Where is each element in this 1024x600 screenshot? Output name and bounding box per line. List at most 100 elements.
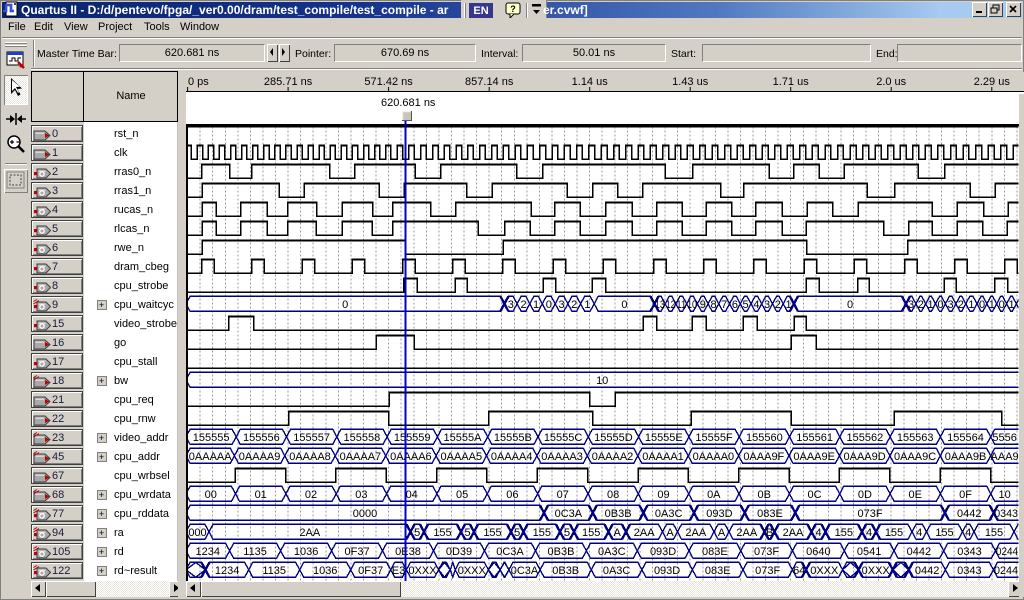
svg-text:1234: 1234: [215, 565, 239, 577]
svg-text:155: 155: [433, 527, 451, 539]
svg-text:0AAA9E: 0AAA9E: [793, 451, 835, 463]
svg-text:1: 1: [785, 299, 791, 311]
svg-text:0AAAAA: 0AAAAA: [189, 451, 232, 463]
svg-text:8: 8: [710, 299, 716, 311]
svg-text:0343: 0343: [957, 565, 981, 577]
svg-text:E3: E3: [392, 565, 405, 577]
svg-text:5: 5: [564, 527, 570, 539]
svg-text:155562: 155562: [847, 432, 884, 444]
svg-text:0C3A: 0C3A: [496, 546, 524, 558]
svg-text:2: 2: [520, 299, 526, 311]
svg-text:0B3B: 0B3B: [552, 565, 579, 577]
svg-text:2AA: 2AA: [783, 527, 804, 539]
svg-text:1036: 1036: [313, 565, 337, 577]
svg-text:0640: 0640: [806, 546, 830, 558]
svg-text:0D39: 0D39: [446, 546, 472, 558]
svg-text:0XXX: 0XXX: [862, 565, 891, 577]
svg-text:0E38: 0E38: [395, 546, 421, 558]
svg-text:3: 3: [908, 299, 914, 311]
svg-text:AAA9: AAA9: [991, 451, 1019, 463]
svg-text:7: 7: [721, 299, 727, 311]
svg-text:0: 0: [847, 299, 853, 311]
svg-text:00: 00: [205, 489, 217, 501]
svg-text:0AAA9F: 0AAA9F: [743, 451, 784, 463]
svg-text:2: 2: [571, 299, 577, 311]
svg-text:155564: 155564: [947, 432, 984, 444]
svg-text:5: 5: [414, 527, 420, 539]
svg-text:3: 3: [508, 299, 514, 311]
svg-text:2AA: 2AA: [299, 527, 320, 539]
svg-text:01: 01: [255, 489, 267, 501]
svg-text:0XXX: 0XXX: [408, 565, 437, 577]
svg-text:0442: 0442: [915, 565, 939, 577]
svg-text:0: 0: [979, 299, 985, 311]
svg-text:155555: 155555: [193, 432, 230, 444]
svg-text:155: 155: [582, 527, 600, 539]
svg-text:A: A: [666, 527, 674, 539]
svg-text:0AAA9D: 0AAA9D: [843, 451, 885, 463]
svg-text:155: 155: [483, 527, 501, 539]
svg-text:0A3C: 0A3C: [655, 508, 683, 520]
svg-text:4: 4: [916, 527, 922, 539]
svg-text:10: 10: [596, 375, 608, 387]
svg-text:09: 09: [657, 489, 669, 501]
svg-text:0F: 0F: [959, 489, 972, 501]
svg-text:093D: 093D: [650, 546, 676, 558]
svg-text:4: 4: [815, 527, 821, 539]
svg-text:2AA: 2AA: [634, 527, 655, 539]
svg-text:0AAA9B: 0AAA9B: [945, 451, 987, 463]
svg-text:155: 155: [985, 527, 1003, 539]
svg-text:0541: 0541: [857, 546, 881, 558]
svg-text:03: 03: [355, 489, 367, 501]
svg-text:A: A: [614, 527, 622, 539]
svg-text:0XXX: 0XXX: [810, 565, 839, 577]
svg-text:5: 5: [514, 527, 520, 539]
svg-text:0A3C: 0A3C: [598, 546, 626, 558]
svg-text:0: 0: [546, 299, 552, 311]
svg-text:155: 155: [533, 527, 551, 539]
svg-text:0A3C: 0A3C: [603, 565, 631, 577]
svg-text:6: 6: [732, 299, 738, 311]
svg-text:0AAAA9: 0AAAA9: [239, 451, 281, 463]
svg-text:0F37: 0F37: [358, 565, 383, 577]
svg-text:1: 1: [928, 299, 934, 311]
svg-text:13: 13: [655, 299, 665, 311]
svg-text:3: 3: [764, 299, 770, 311]
svg-text:0B3B: 0B3B: [548, 546, 575, 558]
svg-text:0AAAA2: 0AAAA2: [592, 451, 634, 463]
svg-text:15555E: 15555E: [645, 432, 683, 444]
svg-text:1: 1: [533, 299, 539, 311]
svg-text:15555F: 15555F: [695, 432, 733, 444]
svg-text:0: 0: [999, 299, 1005, 311]
svg-text:155560: 155560: [746, 432, 783, 444]
svg-text:0E: 0E: [908, 489, 921, 501]
svg-text:073F: 073F: [755, 565, 780, 577]
svg-text:0AAAA5: 0AAAA5: [441, 451, 483, 463]
svg-text:0AAAA1: 0AAAA1: [642, 451, 684, 463]
svg-text:4: 4: [965, 527, 971, 539]
svg-text:0244: 0244: [996, 546, 1018, 558]
svg-text:1: 1: [968, 299, 974, 311]
svg-text:0B3B: 0B3B: [605, 508, 632, 520]
svg-text:155: 155: [835, 527, 853, 539]
svg-text:083E: 083E: [705, 565, 731, 577]
svg-text:5: 5: [464, 527, 470, 539]
svg-text:0000: 0000: [353, 508, 377, 520]
svg-text:155557: 155557: [293, 432, 330, 444]
svg-text:0AAAA0: 0AAAA0: [693, 451, 735, 463]
svg-text:0442: 0442: [957, 508, 981, 520]
svg-text:093D: 093D: [706, 508, 732, 520]
svg-text:0D: 0D: [858, 489, 872, 501]
svg-text:2AA: 2AA: [685, 527, 706, 539]
svg-text:0B: 0B: [757, 489, 770, 501]
svg-text:000: 000: [188, 527, 206, 539]
svg-text:073F: 073F: [858, 508, 883, 520]
svg-text:64: 64: [793, 565, 805, 577]
svg-text:1036: 1036: [294, 546, 318, 558]
svg-text:4: 4: [866, 527, 872, 539]
svg-text:11: 11: [676, 299, 686, 311]
svg-text:1: 1: [1008, 299, 1014, 311]
svg-text:12: 12: [666, 299, 676, 311]
svg-text:07: 07: [557, 489, 569, 501]
svg-text:08: 08: [607, 489, 619, 501]
